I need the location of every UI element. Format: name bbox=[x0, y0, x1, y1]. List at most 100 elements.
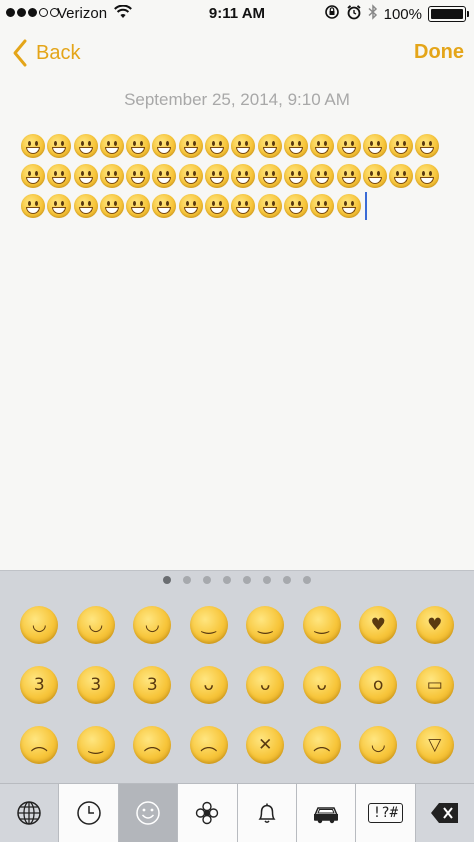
flushed-face-icon: o bbox=[359, 666, 398, 704]
kissing-face-icon: 3 bbox=[76, 666, 115, 704]
page-dot[interactable] bbox=[263, 576, 271, 584]
bluetooth-icon bbox=[368, 4, 378, 24]
keyboard-category-bar: !?# bbox=[0, 783, 474, 842]
page-dot[interactable] bbox=[223, 576, 231, 584]
grinning-face-emoji bbox=[257, 134, 282, 158]
grinning-face-emoji bbox=[310, 164, 335, 188]
recent-category-key[interactable] bbox=[59, 784, 119, 842]
heart-eyes-face-key[interactable]: ♥ bbox=[350, 604, 407, 646]
grinning-face-emoji bbox=[283, 194, 308, 218]
kissing-heart-face-key[interactable]: ♥ bbox=[407, 604, 464, 646]
flushed-face-key[interactable]: o bbox=[350, 664, 407, 706]
grinning-face-emoji bbox=[21, 194, 45, 218]
relaxed-face-key[interactable]: ‿ bbox=[237, 604, 294, 646]
pensive-face-key[interactable]: ︵ bbox=[11, 724, 68, 766]
done-button[interactable]: Done bbox=[414, 41, 464, 64]
grinning-face-emoji bbox=[99, 194, 124, 218]
grinning-face-emoji bbox=[257, 164, 282, 188]
page-dot[interactable] bbox=[243, 576, 251, 584]
heart-eyes-face-icon: ♥ bbox=[359, 606, 398, 644]
grinning-face-emoji bbox=[231, 164, 256, 188]
page-indicator[interactable] bbox=[0, 576, 474, 584]
cry-face-icon: ︵ bbox=[302, 726, 341, 764]
smiley-face-icon: ◡ bbox=[76, 606, 115, 644]
grinning-face-emoji bbox=[152, 134, 177, 158]
grinning-face-emoji bbox=[283, 134, 308, 158]
blush-face-icon: ‿ bbox=[189, 606, 228, 644]
bell-icon bbox=[258, 803, 276, 823]
grinning-face-emoji bbox=[336, 134, 361, 158]
grin-face-icon: ◡ bbox=[133, 606, 172, 644]
grimacing-face-key[interactable]: ▭ bbox=[407, 664, 464, 706]
grinning-face-emoji bbox=[126, 194, 151, 218]
page-dot[interactable] bbox=[163, 576, 171, 584]
orientation-lock-icon bbox=[324, 4, 340, 24]
grinning-face-emoji bbox=[47, 134, 72, 158]
grinning-face-emoji bbox=[205, 134, 230, 158]
delete-icon bbox=[430, 803, 458, 823]
page-dot[interactable] bbox=[203, 576, 211, 584]
relieved-face-key[interactable]: ‿ bbox=[68, 724, 125, 766]
emoji-grid: ◡ ◡ ◡ ‿ ‿ ‿ ♥ ♥ 3 3 3 ᴗ ᴗ ᴗ o ▭ ︵ ‿ ︵ ︵ ✕ ︵ ◡ ▽ bbox=[11, 604, 463, 766]
kissing-smiling-eyes-face-icon: 3 bbox=[133, 666, 172, 704]
joy-face-key[interactable]: ◡ bbox=[350, 724, 407, 766]
disappointed-face-key[interactable]: ︵ bbox=[181, 724, 238, 766]
grinning-face-emoji bbox=[389, 164, 414, 188]
cry-face-key[interactable]: ︵ bbox=[294, 724, 351, 766]
note-body[interactable] bbox=[21, 131, 461, 221]
grinning-face-emoji bbox=[126, 134, 151, 158]
grinning-face-emoji bbox=[178, 134, 203, 158]
wink-face-key[interactable]: ‿ bbox=[294, 604, 351, 646]
grinning-face-emoji bbox=[310, 134, 335, 158]
grinning-face-key[interactable]: ◡ bbox=[11, 604, 68, 646]
grinning-face-emoji bbox=[126, 164, 151, 188]
car-icon bbox=[314, 807, 339, 824]
chevron-left-icon bbox=[13, 39, 27, 67]
page-dot[interactable] bbox=[183, 576, 191, 584]
grinning-face-emoji bbox=[362, 134, 387, 158]
nature-category-key[interactable] bbox=[178, 784, 238, 842]
kissing-smiling-eyes-face-key[interactable]: 3 bbox=[124, 664, 181, 706]
kissing-closed-eyes-face-icon: 3 bbox=[20, 666, 59, 704]
globe-key[interactable] bbox=[0, 784, 60, 842]
note-date: September 25, 2014, 9:10 AM bbox=[124, 90, 350, 109]
page-dot[interactable] bbox=[303, 576, 311, 584]
delete-key[interactable] bbox=[415, 784, 474, 842]
page-dot[interactable] bbox=[283, 576, 291, 584]
grinning-face-emoji bbox=[152, 164, 177, 188]
back-label: Back bbox=[36, 41, 81, 64]
smileys-category-key[interactable] bbox=[118, 784, 179, 842]
tongue-face-icon: ᴗ bbox=[302, 666, 341, 704]
grinning-face-emoji bbox=[205, 164, 230, 188]
flower-icon bbox=[196, 801, 219, 825]
blush-face-key[interactable]: ‿ bbox=[181, 604, 238, 646]
kissing-closed-eyes-face-key[interactable]: 3 bbox=[11, 664, 68, 706]
symbols-category-key[interactable]: !?# bbox=[356, 784, 416, 842]
unamused-face-key[interactable]: ︵ bbox=[124, 724, 181, 766]
tongue-closed-eyes-face-icon: ᴗ bbox=[246, 666, 285, 704]
tongue-wink-face-key[interactable]: ᴗ bbox=[181, 664, 238, 706]
note-line bbox=[21, 191, 461, 221]
tongue-closed-eyes-face-key[interactable]: ᴗ bbox=[237, 664, 294, 706]
grin-face-key[interactable]: ◡ bbox=[124, 604, 181, 646]
text-cursor bbox=[364, 192, 367, 220]
grinning-face-emoji bbox=[73, 134, 98, 158]
grinning-face-emoji bbox=[73, 194, 98, 218]
tongue-face-key[interactable]: ᴗ bbox=[294, 664, 351, 706]
alarm-icon bbox=[346, 4, 362, 24]
back-button[interactable]: Back bbox=[12, 38, 80, 68]
persevere-face-key[interactable]: ✕ bbox=[237, 724, 294, 766]
note-paper[interactable] bbox=[0, 0, 474, 570]
smiley-face-key[interactable]: ◡ bbox=[68, 604, 125, 646]
clock-icon bbox=[76, 801, 101, 825]
sob-face-key[interactable]: ▽ bbox=[407, 724, 464, 766]
grinning-face-icon: ◡ bbox=[20, 606, 59, 644]
grinning-face-emoji bbox=[389, 134, 414, 158]
grinning-face-emoji bbox=[257, 194, 282, 218]
kissing-face-key[interactable]: 3 bbox=[68, 664, 125, 706]
battery-percent: 100% bbox=[383, 5, 422, 23]
grinning-face-emoji bbox=[178, 194, 203, 218]
objects-category-key[interactable] bbox=[237, 784, 297, 842]
grimacing-face-icon: ▭ bbox=[415, 666, 454, 704]
places-category-key[interactable] bbox=[296, 784, 357, 842]
